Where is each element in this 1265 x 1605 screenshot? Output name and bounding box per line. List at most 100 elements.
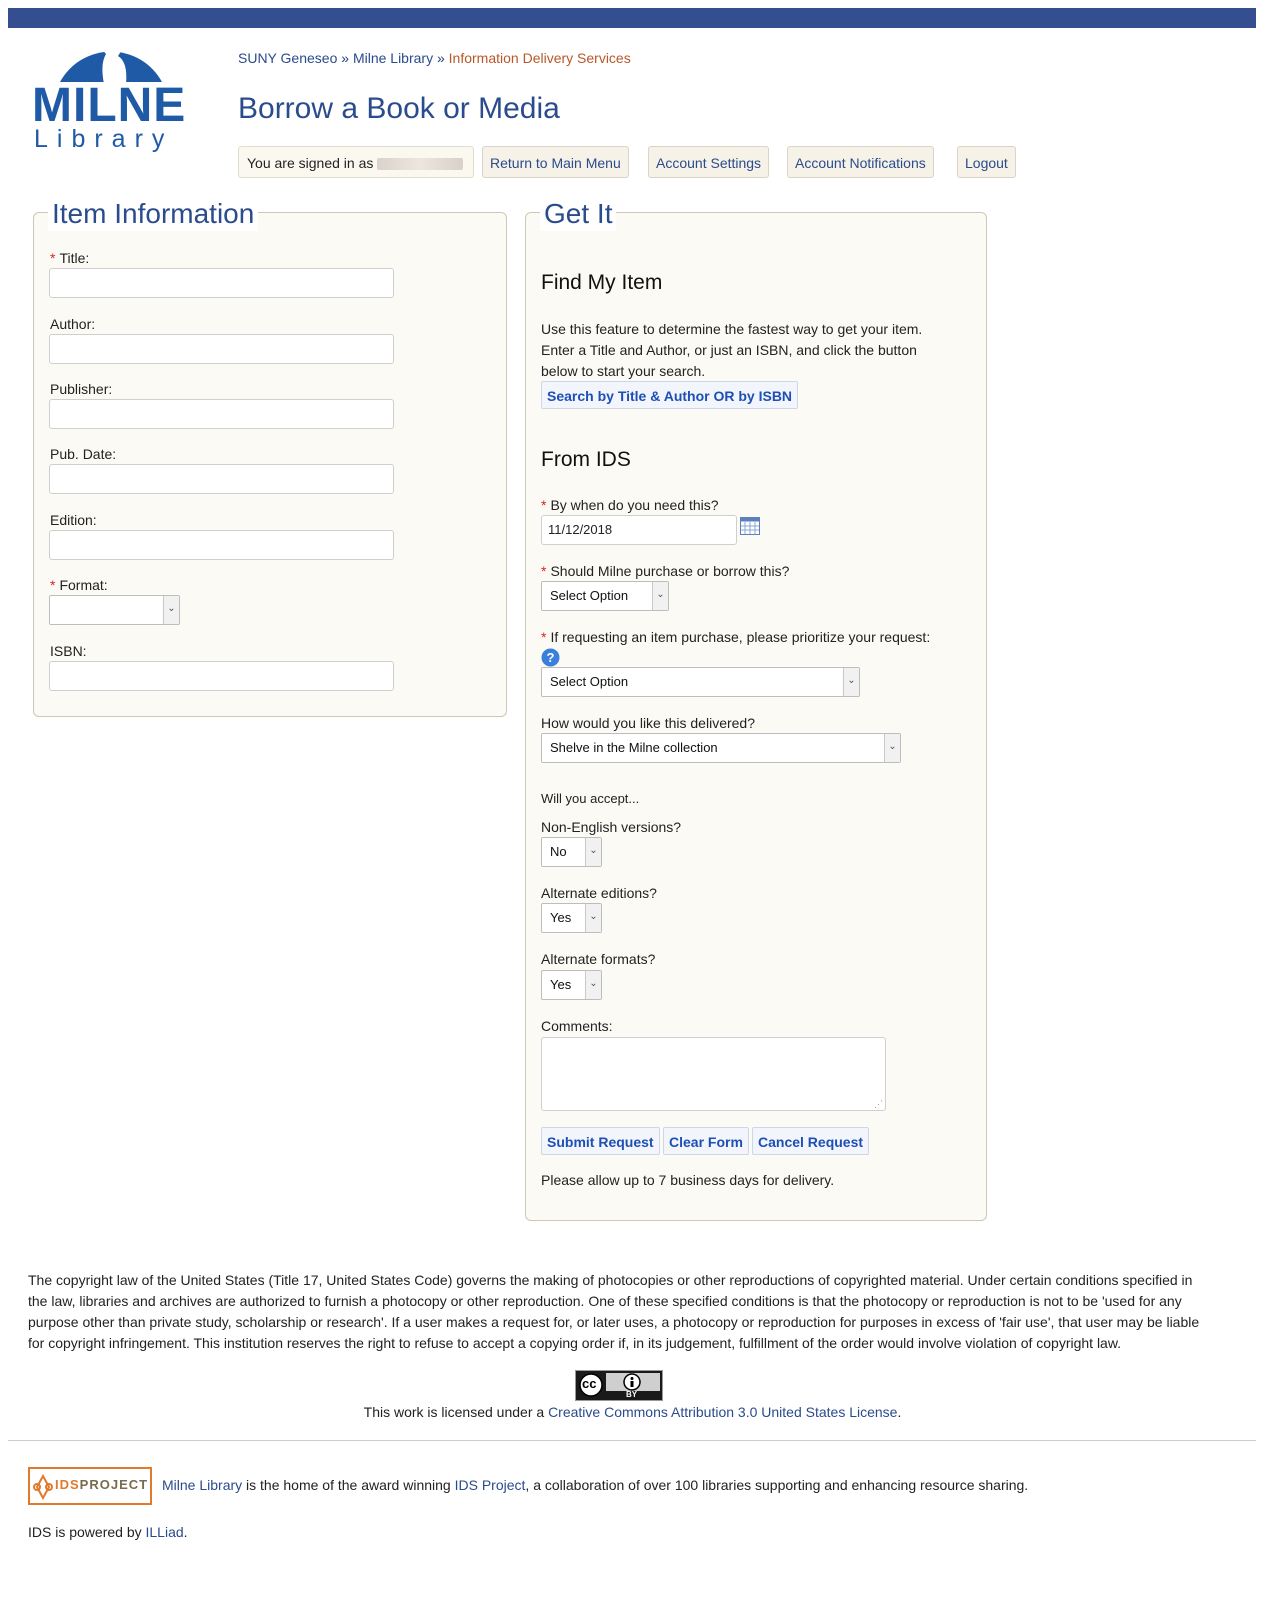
ids-logo-text: IDSPROJECT xyxy=(55,1477,149,1492)
resize-handle-icon[interactable]: ⋰ xyxy=(874,1099,883,1110)
non-english-value: No xyxy=(550,844,567,859)
item-information-legend: Item Information xyxy=(48,197,259,231)
ids-project-link[interactable]: IDS Project xyxy=(455,1477,526,1493)
need-by-label: * By when do you need this? xyxy=(541,497,719,513)
chevron-down-icon: ⌄ xyxy=(585,971,601,999)
required-asterisk: * xyxy=(50,577,56,593)
chevron-down-icon: ⌄ xyxy=(652,582,668,610)
isbn-input[interactable] xyxy=(49,661,394,691)
item-information-panel: Item Information * Title: Author: Publish… xyxy=(33,197,507,717)
chevron-down-icon: ⌄ xyxy=(585,904,601,932)
calendar-icon[interactable] xyxy=(740,517,760,535)
signed-in-label: You are signed in as xyxy=(247,155,374,171)
top-bar xyxy=(8,8,1256,28)
alternate-formats-select[interactable]: Yes ⌄ xyxy=(541,970,602,1000)
edition-input[interactable] xyxy=(49,530,394,560)
find-description: Use this feature to determine the fastes… xyxy=(541,321,923,379)
return-to-main-menu-button[interactable]: Return to Main Menu xyxy=(482,146,629,178)
license-prefix: This work is licensed under a xyxy=(363,1404,545,1420)
svg-text:?: ? xyxy=(547,650,555,665)
clear-form-button[interactable]: Clear Form xyxy=(663,1127,749,1155)
delivery-label: How would you like this delivered? xyxy=(541,715,755,731)
milne-library-link[interactable]: Milne Library xyxy=(162,1477,242,1493)
logout-button[interactable]: Logout xyxy=(957,146,1016,178)
get-it-legend: Get It xyxy=(540,197,617,231)
required-asterisk: * xyxy=(541,563,547,579)
author-label: Author: xyxy=(50,316,96,332)
pub-date-input[interactable] xyxy=(49,464,394,494)
ids-project-logo[interactable]: IDSPROJECT xyxy=(28,1467,152,1505)
license-suffix: . xyxy=(897,1404,902,1420)
comments-textarea[interactable]: ⋰ xyxy=(541,1037,886,1111)
publisher-input[interactable] xyxy=(49,399,394,429)
alternate-formats-label: Alternate formats? xyxy=(541,951,656,967)
footer-divider xyxy=(8,1440,1256,1441)
pub-date-label: Pub. Date: xyxy=(50,446,117,462)
breadcrumb-milne-library[interactable]: Milne Library xyxy=(353,50,433,66)
powered-prefix: IDS is powered by xyxy=(28,1524,142,1540)
alternate-editions-select[interactable]: Yes ⌄ xyxy=(541,903,602,933)
priority-value: Select Option xyxy=(550,674,629,689)
powered-suffix: . xyxy=(183,1524,188,1540)
delivery-select[interactable]: Shelve in the Milne collection ⌄ xyxy=(541,733,901,763)
from-ids-heading: From IDS xyxy=(541,448,631,471)
publisher-label: Publisher: xyxy=(50,381,113,397)
license-line: This work is licensed under a Creative C… xyxy=(0,1404,1265,1420)
title-input[interactable] xyxy=(49,268,394,298)
ids-text-1: is the home of the award winning xyxy=(246,1477,451,1493)
help-icon[interactable]: ? xyxy=(541,648,560,667)
account-settings-button[interactable]: Account Settings xyxy=(648,146,770,178)
page-title: Borrow a Book or Media xyxy=(238,92,560,125)
author-input[interactable] xyxy=(49,334,394,364)
chevron-down-icon: ⌄ xyxy=(163,596,179,624)
cancel-request-button[interactable]: Cancel Request xyxy=(752,1127,870,1155)
chevron-down-icon: ⌄ xyxy=(843,668,859,696)
get-it-panel: Get It Find My Item Use this feature to … xyxy=(525,197,987,1221)
edition-label: Edition: xyxy=(50,512,97,528)
chevron-down-icon: ⌄ xyxy=(585,838,601,866)
format-select[interactable]: ⌄ xyxy=(49,595,180,625)
title-label: * Title: xyxy=(50,250,90,266)
account-notifications-button[interactable]: Account Notifications xyxy=(787,146,934,178)
alternate-editions-label: Alternate editions? xyxy=(541,885,657,901)
logo-subtitle: Library xyxy=(34,125,174,153)
purchase-borrow-select[interactable]: Select Option ⌄ xyxy=(541,581,669,611)
purchase-borrow-label: * Should Milne purchase or borrow this? xyxy=(541,563,790,579)
isbn-label: ISBN: xyxy=(50,643,87,659)
find-my-item-heading: Find My Item xyxy=(541,271,663,294)
required-asterisk: * xyxy=(541,629,547,645)
breadcrumb-current: Information Delivery Services xyxy=(448,50,631,66)
breadcrumb-separator: » xyxy=(436,50,445,66)
priority-label: * If requesting an item purchase, please … xyxy=(541,629,931,645)
required-asterisk: * xyxy=(541,497,547,513)
priority-select[interactable]: Select Option ⌄ xyxy=(541,667,860,697)
non-english-select[interactable]: No ⌄ xyxy=(541,837,602,867)
breadcrumb-suny-geneseo[interactable]: SUNY Geneseo xyxy=(238,50,337,66)
license-link[interactable]: Creative Commons Attribution 3.0 United … xyxy=(548,1404,897,1420)
ids-text-2: , a collaboration of over 100 libraries … xyxy=(525,1477,1029,1493)
alternate-editions-value: Yes xyxy=(550,910,572,925)
need-by-date-input[interactable]: 11/12/2018 xyxy=(541,515,737,545)
chevron-down-icon: ⌄ xyxy=(884,734,900,762)
cc-badge-text: cc xyxy=(582,1376,597,1391)
breadcrumb-separator: » xyxy=(341,50,350,66)
will-you-accept-label: Will you accept... xyxy=(541,791,640,806)
powered-by-line: IDS is powered by ILLiad. xyxy=(28,1524,188,1540)
comments-label: Comments: xyxy=(541,1018,613,1034)
required-asterisk: * xyxy=(50,250,56,266)
format-label: * Format: xyxy=(50,577,108,593)
purchase-borrow-value: Select Option xyxy=(550,588,629,603)
creative-commons-badge[interactable]: cc BY xyxy=(575,1370,663,1401)
ids-project-description: Milne Library is the home of the award w… xyxy=(162,1477,1028,1493)
signed-in-indicator: You are signed in as xyxy=(238,146,474,178)
non-english-label: Non-English versions? xyxy=(541,819,682,835)
milne-library-logo[interactable]: MILNE Library xyxy=(32,30,202,155)
delivery-value: Shelve in the Milne collection xyxy=(550,740,718,755)
illiad-link[interactable]: ILLiad xyxy=(146,1524,184,1540)
username-redacted xyxy=(377,158,464,171)
copyright-notice: The copyright law of the United States (… xyxy=(28,1272,1200,1351)
submit-request-button[interactable]: Submit Request xyxy=(541,1127,660,1155)
search-title-author-isbn-button[interactable]: Search by Title & Author OR by ISBN xyxy=(541,381,799,409)
cc-by-text: BY xyxy=(626,1390,638,1399)
ids-emblem-icon xyxy=(33,1473,53,1501)
